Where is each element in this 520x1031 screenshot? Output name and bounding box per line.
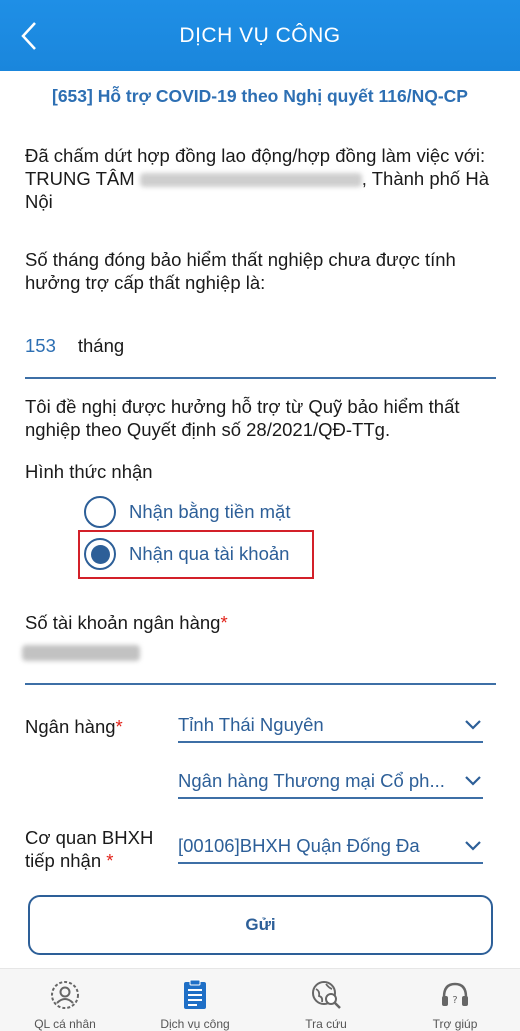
- chevron-down-icon: [463, 715, 483, 735]
- months-field[interactable]: 153 tháng: [25, 335, 124, 357]
- request-text: Tôi đề nghị được hưởng hỗ trợ từ Quỹ bảo…: [25, 396, 460, 440]
- globe-search-icon: [276, 979, 376, 1011]
- bank-account-underline: [25, 683, 496, 685]
- nav-lookup[interactable]: Tra cứu: [276, 979, 376, 1031]
- bank-label-text: Ngân hàng: [25, 716, 116, 737]
- bank-name-value: Ngân hàng Thương mại Cổ ph...: [178, 770, 445, 791]
- nav-label: Tra cứu: [305, 1017, 347, 1031]
- months-question: Số tháng đóng bảo hiểm thất nghiệp chưa …: [25, 249, 456, 293]
- radio-cash[interactable]: Nhận bằng tiền mặt: [84, 496, 290, 528]
- svg-text:?: ?: [452, 995, 457, 1006]
- bank-province-value: Tỉnh Thái Nguyên: [178, 714, 324, 735]
- nav-help[interactable]: ? Trợ giúp: [405, 979, 505, 1031]
- required-mark: *: [220, 612, 228, 633]
- back-button[interactable]: [14, 18, 44, 54]
- months-value: 153: [25, 335, 56, 356]
- agency-value: [00106]BHXH Quận Đống Đa: [178, 835, 420, 856]
- submit-button[interactable]: Gửi: [28, 895, 493, 955]
- nav-personal[interactable]: QL cá nhân: [15, 979, 115, 1031]
- agency-label-line1: Cơ quan BHXH: [25, 827, 154, 848]
- nav-label: Dịch vụ công: [160, 1017, 230, 1031]
- contract-info: Đã chấm dứt hợp đồng lao động/hợp đồng l…: [25, 144, 495, 213]
- receive-method-label: Hình thức nhận: [25, 461, 153, 482]
- agency-select[interactable]: [00106]BHXH Quận Đống Đa: [178, 830, 483, 864]
- required-mark: *: [115, 716, 123, 737]
- app-header: DỊCH VỤ CÔNG: [0, 0, 520, 71]
- clipboard-icon: [145, 979, 245, 1011]
- chevron-down-icon: [463, 771, 483, 791]
- chevron-left-icon: [21, 22, 36, 50]
- nav-label: Trợ giúp: [432, 1017, 478, 1031]
- bank-account-label-text: Số tài khoản ngân hàng: [25, 612, 221, 633]
- months-unit: tháng: [77, 335, 125, 356]
- radio-button[interactable]: [84, 496, 116, 528]
- page-title: DỊCH VỤ CÔNG: [179, 23, 341, 47]
- highlight-annotation: [78, 530, 314, 579]
- agency-label-line2: tiếp nhận *: [25, 849, 153, 872]
- agency-label-line2-text: tiếp nhận: [25, 850, 102, 871]
- required-mark: *: [106, 850, 114, 871]
- nav-public-service[interactable]: Dịch vụ công: [145, 979, 245, 1031]
- person-icon: [15, 979, 115, 1011]
- divider: [25, 377, 496, 379]
- chevron-down-icon: [463, 836, 483, 856]
- redacted-organization: [139, 173, 362, 188]
- nav-label: QL cá nhân: [34, 1017, 96, 1031]
- bank-label: Ngân hàng*: [25, 715, 123, 738]
- radio-cash-label: Nhận bằng tiền mặt: [129, 501, 291, 522]
- bank-account-input[interactable]: [22, 645, 140, 661]
- bank-name-select[interactable]: Ngân hàng Thương mại Cổ ph...: [178, 765, 483, 799]
- bank-account-label: Số tài khoản ngân hàng*: [25, 611, 228, 634]
- bank-province-select[interactable]: Tỉnh Thái Nguyên: [178, 709, 483, 743]
- headset-icon: ?: [405, 979, 505, 1011]
- form-title: [653] Hỗ trợ COVID-19 theo Nghị quyết 11…: [52, 86, 468, 106]
- agency-label: Cơ quan BHXH tiếp nhận *: [25, 826, 153, 872]
- bottom-nav: QL cá nhân Dịch vụ công Tra cứu ? Trợ gi…: [0, 968, 520, 1031]
